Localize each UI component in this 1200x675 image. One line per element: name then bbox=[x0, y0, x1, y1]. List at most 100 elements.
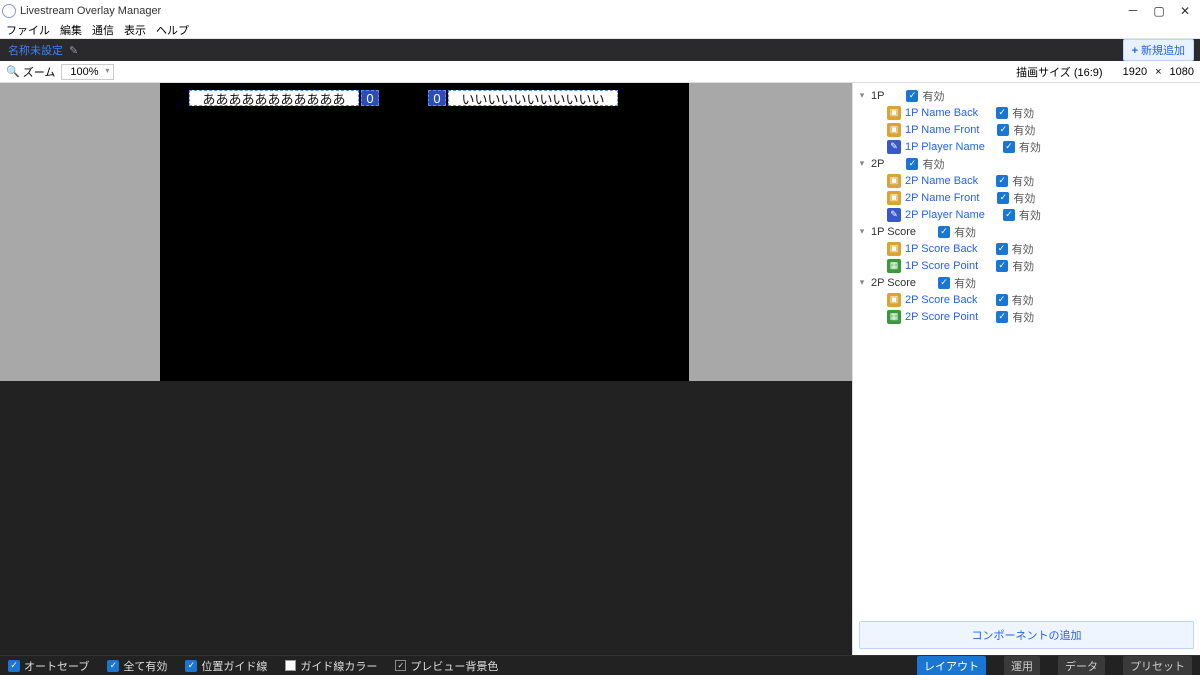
tree-group[interactable]: ▾ 1P Score 有効 bbox=[857, 223, 1196, 240]
menubar: ファイル 編集 通信 表示 ヘルプ bbox=[0, 21, 1200, 39]
zoom-label: 🔍 ズーム bbox=[6, 64, 55, 80]
checkbox-icon[interactable] bbox=[1003, 209, 1015, 221]
tree-group[interactable]: ▾ 2P Score 有効 bbox=[857, 274, 1196, 291]
enabled-label: 有効 bbox=[922, 88, 944, 104]
item-label: 2P Name Back bbox=[905, 175, 978, 187]
checkbox-icon[interactable] bbox=[996, 175, 1008, 187]
config-tab[interactable]: 名称未設定 ✎ bbox=[0, 39, 86, 61]
menu-view[interactable]: 表示 bbox=[124, 22, 146, 38]
text-icon: ✎ bbox=[887, 208, 901, 222]
group-label: 2P Score bbox=[871, 277, 916, 289]
times-icon: × bbox=[1155, 66, 1161, 78]
checkbox-icon[interactable] bbox=[996, 107, 1008, 119]
chevron-down-icon[interactable]: ▾ bbox=[857, 277, 867, 288]
tree-item[interactable]: ▦ 1P Score Point 有効 bbox=[857, 257, 1196, 274]
item-label: 1P Name Front bbox=[905, 124, 979, 136]
mode-preset[interactable]: プリセット bbox=[1123, 656, 1192, 675]
image-icon: ▣ bbox=[887, 242, 901, 256]
mode-layout[interactable]: レイアウト bbox=[917, 656, 986, 675]
autosave-toggle[interactable]: オートセーブ bbox=[8, 658, 89, 674]
tree-item[interactable]: ▣ 1P Name Front 有効 bbox=[857, 121, 1196, 138]
close-button[interactable]: ✕ bbox=[1172, 4, 1198, 18]
checkbox-icon[interactable] bbox=[938, 226, 950, 238]
canvas-size-label: 描画サイズ (16:9) bbox=[1016, 64, 1102, 80]
group-label: 1P Score bbox=[871, 226, 916, 238]
menu-edit[interactable]: 編集 bbox=[60, 22, 82, 38]
preview-bg-toggle[interactable]: ✓プレビュー背景色 bbox=[395, 658, 498, 674]
tree-item[interactable]: ▦ 2P Score Point 有効 bbox=[857, 308, 1196, 325]
add-component-button[interactable]: コンポーネントの追加 bbox=[859, 621, 1194, 649]
enabled-label: 有効 bbox=[1012, 105, 1034, 121]
enabled-label: 有効 bbox=[922, 156, 944, 172]
checkbox-icon[interactable] bbox=[996, 243, 1008, 255]
tree-item[interactable]: ✎ 1P Player Name 有効 bbox=[857, 138, 1196, 155]
checkbox-icon[interactable] bbox=[906, 90, 918, 102]
chevron-down-icon[interactable]: ▾ bbox=[857, 158, 867, 169]
tree-group[interactable]: ▾ 1P 有効 bbox=[857, 87, 1196, 104]
enabled-label: 有効 bbox=[1012, 292, 1034, 308]
item-label: 1P Score Point bbox=[905, 260, 978, 272]
chevron-down-icon: ▾ bbox=[106, 66, 110, 75]
maximize-button[interactable]: ▢ bbox=[1146, 4, 1172, 18]
guideline-toggle[interactable]: 位置ガイド線 bbox=[185, 658, 267, 674]
component-tree[interactable]: ▾ 1P 有効 ▣ 1P Name Back 有効 ▣ 1P Name Fron… bbox=[853, 83, 1200, 617]
pencil-icon[interactable]: ✎ bbox=[69, 44, 78, 57]
checkbox-icon[interactable] bbox=[996, 311, 1008, 323]
chevron-down-icon[interactable]: ▾ bbox=[857, 226, 867, 237]
plus-icon: + bbox=[1132, 45, 1138, 57]
checkbox-icon[interactable] bbox=[997, 192, 1009, 204]
preview-empty-area bbox=[0, 381, 852, 655]
component-panel: ▾ 1P 有効 ▣ 1P Name Back 有効 ▣ 1P Name Fron… bbox=[852, 83, 1200, 655]
image-icon: ▣ bbox=[887, 293, 901, 307]
item-label: 2P Name Front bbox=[905, 192, 979, 204]
tree-group[interactable]: ▾ 2P 有効 bbox=[857, 155, 1196, 172]
tree-item[interactable]: ▣ 2P Score Back 有効 bbox=[857, 291, 1196, 308]
checkbox-icon: ✓ bbox=[395, 660, 406, 671]
enabled-label: 有効 bbox=[1013, 190, 1035, 206]
number-icon: ▦ bbox=[887, 310, 901, 324]
checkbox-icon[interactable] bbox=[906, 158, 918, 170]
checkbox-icon[interactable] bbox=[996, 260, 1008, 272]
enabled-label: 有効 bbox=[954, 275, 976, 291]
checkbox-icon[interactable] bbox=[1003, 141, 1015, 153]
menu-comm[interactable]: 通信 bbox=[92, 22, 114, 38]
chevron-down-icon[interactable]: ▾ bbox=[857, 90, 867, 101]
zoom-select[interactable]: 100% ▾ bbox=[61, 64, 113, 80]
all-enabled-toggle[interactable]: 全て有効 bbox=[107, 658, 167, 674]
item-label: 1P Score Back bbox=[905, 243, 978, 255]
number-icon: ▦ bbox=[887, 259, 901, 273]
group-label: 2P bbox=[871, 158, 884, 170]
enabled-label: 有効 bbox=[1019, 139, 1041, 155]
window-title: Livestream Overlay Manager bbox=[20, 5, 161, 17]
canvas-height: 1080 bbox=[1170, 66, 1194, 78]
text-icon: ✎ bbox=[887, 140, 901, 154]
color-swatch-icon bbox=[285, 660, 296, 671]
overlay-2p-name[interactable]: いいいいいいいいいいい bbox=[448, 90, 618, 106]
tree-item[interactable]: ✎ 2P Player Name 有効 bbox=[857, 206, 1196, 223]
canvas-width: 1920 bbox=[1123, 66, 1147, 78]
menu-help[interactable]: ヘルプ bbox=[156, 22, 189, 38]
tree-item[interactable]: ▣ 1P Name Back 有効 bbox=[857, 104, 1196, 121]
checkbox-icon[interactable] bbox=[938, 277, 950, 289]
config-tab-label: 名称未設定 bbox=[8, 42, 63, 58]
checkbox-icon[interactable] bbox=[997, 124, 1009, 136]
tree-item[interactable]: ▣ 2P Name Front 有効 bbox=[857, 189, 1196, 206]
overlay-1p-score[interactable]: 0 bbox=[361, 90, 379, 106]
add-new-button[interactable]: +新規追加 bbox=[1123, 39, 1194, 61]
mode-operate[interactable]: 運用 bbox=[1004, 656, 1040, 675]
overlay-2p-score[interactable]: 0 bbox=[428, 90, 446, 106]
canvas-stage[interactable]: あああああああああああ 0 0 いいいいいいいいいいい bbox=[160, 83, 689, 381]
image-icon: ▣ bbox=[887, 106, 901, 120]
tree-item[interactable]: ▣ 2P Name Back 有効 bbox=[857, 172, 1196, 189]
overlay-1p-name[interactable]: あああああああああああ bbox=[189, 90, 359, 106]
preview-area[interactable]: あああああああああああ 0 0 いいいいいいいいいいい bbox=[0, 83, 852, 381]
menu-file[interactable]: ファイル bbox=[6, 22, 50, 38]
minimize-button[interactable]: － bbox=[1120, 2, 1146, 19]
tree-item[interactable]: ▣ 1P Score Back 有効 bbox=[857, 240, 1196, 257]
image-icon: ▣ bbox=[887, 123, 901, 137]
guide-color-picker[interactable]: ガイド線カラー bbox=[285, 658, 377, 674]
checkbox-icon[interactable] bbox=[996, 294, 1008, 306]
item-label: 1P Name Back bbox=[905, 107, 978, 119]
mode-data[interactable]: データ bbox=[1058, 656, 1105, 675]
magnifier-icon: 🔍 bbox=[6, 65, 20, 78]
